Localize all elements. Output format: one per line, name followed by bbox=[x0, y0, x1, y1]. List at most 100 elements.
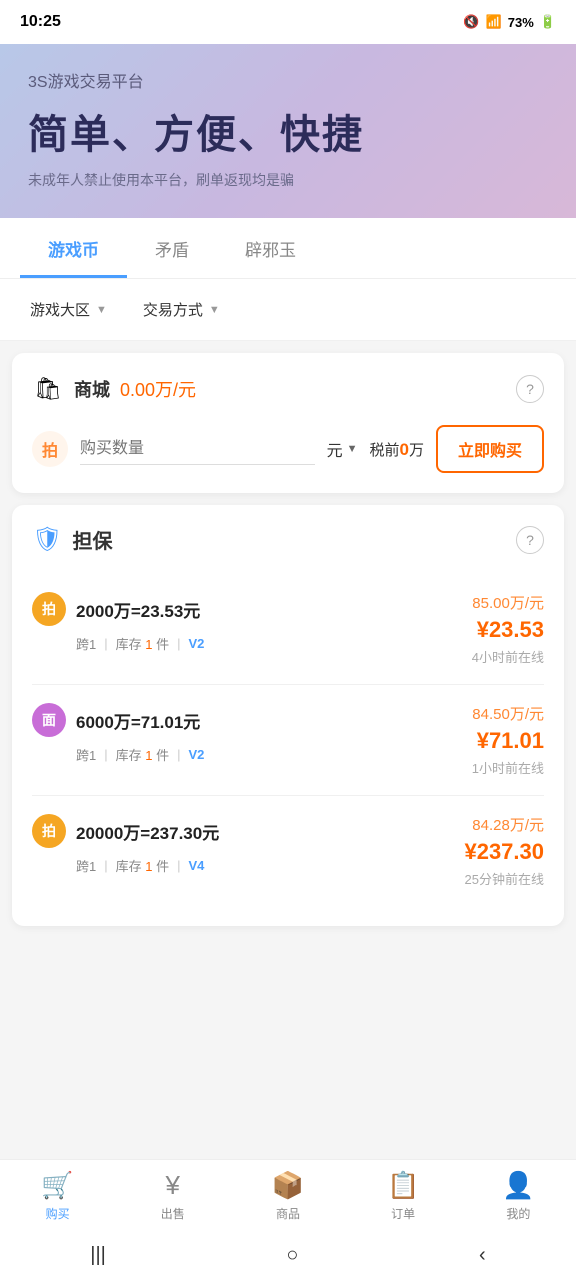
listing-time: 25分钟前在线 bbox=[464, 869, 544, 888]
status-bar: 10:25 🔇 📶 73% 🔋 bbox=[0, 0, 576, 44]
listing-item[interactable]: 拍 20000万=237.30元 跨1 | 库存 1 件 | V4 84.28万… bbox=[32, 796, 544, 906]
listing-left: 拍 2000万=23.53元 跨1 | 库存 1 件 | V2 bbox=[32, 592, 204, 653]
sep1: | bbox=[104, 636, 107, 651]
listing-stock-label: 库存 1 件 bbox=[116, 634, 169, 653]
listing-price: ¥71.01 bbox=[472, 728, 544, 754]
seller-avatar: 拍 bbox=[32, 592, 66, 626]
product-label: 商品 bbox=[276, 1205, 300, 1222]
wifi-icon: 📶 bbox=[486, 14, 502, 30]
currency-arrow-icon: ▼ bbox=[347, 443, 358, 455]
mall-card: 🛍 商城 0.00万/元 ? 拍 元 ▼ 税前0万 立即购买 bbox=[12, 353, 564, 493]
listing-title: 20000万=237.30元 bbox=[76, 819, 219, 844]
listing-stock-label: 库存 1 件 bbox=[116, 856, 169, 875]
buy-now-button[interactable]: 立即购买 bbox=[436, 425, 544, 473]
mall-help-icon[interactable]: ? bbox=[516, 375, 544, 403]
listing-price: ¥23.53 bbox=[472, 617, 544, 643]
sell-label: 出售 bbox=[161, 1205, 185, 1222]
tax-zero-value: 0 bbox=[400, 440, 409, 459]
tab-gamecoin[interactable]: 游戏币 bbox=[20, 218, 127, 278]
tabs: 游戏币 矛盾 辟邪玉 bbox=[20, 218, 556, 278]
listing-item[interactable]: 拍 2000万=23.53元 跨1 | 库存 1 件 | V2 85.00万/元… bbox=[32, 574, 544, 685]
bottom-nav: 🛒 购买 ¥ 出售 📦 商品 📋 订单 👤 我的 bbox=[0, 1159, 576, 1230]
nav-buy[interactable]: 🛒 购买 bbox=[18, 1170, 98, 1222]
tabs-container: 游戏币 矛盾 辟邪玉 bbox=[0, 218, 576, 279]
listing-title-row: 拍 2000万=23.53元 bbox=[32, 592, 204, 626]
quantity-input[interactable] bbox=[80, 434, 315, 465]
sep2: | bbox=[177, 858, 180, 873]
status-time: 10:25 bbox=[20, 13, 61, 31]
seller-avatar: 面 bbox=[32, 703, 66, 737]
tab-shield[interactable]: 矛盾 bbox=[127, 218, 217, 278]
seller-avatar: 拍 bbox=[32, 814, 66, 848]
nav-sell[interactable]: ¥ 出售 bbox=[133, 1170, 213, 1222]
seller-badge: V2 bbox=[189, 636, 205, 651]
mall-price: 0.00万/元 bbox=[120, 376, 196, 402]
seller-badge: V4 bbox=[189, 858, 205, 873]
sep1: | bbox=[104, 747, 107, 762]
nav-product[interactable]: 📦 商品 bbox=[248, 1170, 328, 1222]
listing-rate: 85.00万/元 bbox=[472, 592, 544, 613]
guarantee-label: 担保 bbox=[72, 525, 112, 554]
listing-rate: 84.50万/元 bbox=[472, 703, 544, 724]
mall-icon: 🛍 bbox=[32, 373, 64, 405]
banner: 3S游戏交易平台 简单、方便、快捷 未成年人禁止使用本平台，刷单返现均是骗 bbox=[0, 44, 576, 218]
mall-header: 🛍 商城 0.00万/元 ? bbox=[32, 373, 544, 405]
region-arrow-icon: ▼ bbox=[96, 304, 107, 316]
listing-right: 85.00万/元 ¥23.53 4小时前在线 bbox=[472, 592, 544, 666]
tab-jade[interactable]: 辟邪玉 bbox=[217, 218, 324, 278]
listing-title-row: 拍 20000万=237.30元 bbox=[32, 814, 219, 848]
mall-title-row: 🛍 商城 0.00万/元 bbox=[32, 373, 196, 405]
product-icon: 📦 bbox=[272, 1170, 304, 1201]
filter-trade-method[interactable]: 交易方式 ▼ bbox=[133, 293, 230, 326]
filters-row: 游戏大区 ▼ 交易方式 ▼ bbox=[0, 279, 576, 341]
order-icon: 📋 bbox=[387, 1170, 419, 1201]
nav-order[interactable]: 📋 订单 bbox=[363, 1170, 443, 1222]
listing-stock-label: 库存 1 件 bbox=[116, 745, 169, 764]
seller-badge: V2 bbox=[189, 747, 205, 762]
order-label: 订单 bbox=[391, 1205, 415, 1222]
nav-recent-button[interactable]: ||| bbox=[70, 1236, 126, 1275]
system-nav: ||| ○ ‹ bbox=[0, 1230, 576, 1280]
mute-icon: 🔇 bbox=[463, 14, 479, 30]
profile-icon: 👤 bbox=[502, 1170, 534, 1201]
sep2: | bbox=[177, 636, 180, 651]
listing-item[interactable]: 面 6000万=71.01元 跨1 | 库存 1 件 | V2 84.50万/元… bbox=[32, 685, 544, 796]
nav-home-button[interactable]: ○ bbox=[266, 1236, 318, 1275]
guarantee-help-icon[interactable]: ? bbox=[516, 526, 544, 554]
listing-time: 4小时前在线 bbox=[472, 647, 544, 666]
battery-icon: 🔋 bbox=[540, 14, 556, 30]
listing-meta: 跨1 | 库存 1 件 | V2 bbox=[76, 634, 204, 653]
listing-title: 6000万=71.01元 bbox=[76, 708, 200, 733]
listing-rate: 84.28万/元 bbox=[464, 814, 544, 835]
listing-time: 1小时前在线 bbox=[472, 758, 544, 777]
currency-select[interactable]: 元 ▼ bbox=[327, 437, 358, 461]
listing-price: ¥237.30 bbox=[464, 839, 544, 865]
listing-title-row: 面 6000万=71.01元 bbox=[32, 703, 204, 737]
guarantee-title-row: 🛡 担保 bbox=[32, 525, 112, 554]
nav-back-button[interactable]: ‹ bbox=[459, 1236, 506, 1275]
guarantee-header: 🛡 担保 ? bbox=[32, 525, 544, 554]
listing-title: 2000万=23.53元 bbox=[76, 597, 200, 622]
nav-profile[interactable]: 👤 我的 bbox=[478, 1170, 558, 1222]
sep1: | bbox=[104, 858, 107, 873]
filter-region[interactable]: 游戏大区 ▼ bbox=[20, 293, 117, 326]
banner-platform: 3S游戏交易平台 bbox=[28, 68, 548, 92]
mall-label: 商城 bbox=[74, 376, 110, 402]
listing-right: 84.28万/元 ¥237.30 25分钟前在线 bbox=[464, 814, 544, 888]
listing-meta: 跨1 | 库存 1 件 | V2 bbox=[76, 745, 204, 764]
profile-label: 我的 bbox=[506, 1205, 530, 1222]
listing-right: 84.50万/元 ¥71.01 1小时前在线 bbox=[472, 703, 544, 777]
banner-subtitle: 未成年人禁止使用本平台，刷单返现均是骗 bbox=[28, 170, 548, 190]
sep2: | bbox=[177, 747, 180, 762]
banner-title: 简单、方便、快捷 bbox=[28, 102, 548, 160]
purchase-row: 拍 元 ▼ 税前0万 立即购买 bbox=[32, 425, 544, 473]
sell-icon: ¥ bbox=[166, 1170, 180, 1201]
shield-icon: 🛡 bbox=[32, 525, 62, 554]
listing-region: 跨1 bbox=[76, 634, 96, 653]
listing-region: 跨1 bbox=[76, 745, 96, 764]
listing-left: 面 6000万=71.01元 跨1 | 库存 1 件 | V2 bbox=[32, 703, 204, 764]
purchase-avatar: 拍 bbox=[32, 431, 68, 467]
tax-label: 税前0万 bbox=[369, 439, 424, 460]
buy-icon: 🛒 bbox=[41, 1170, 73, 1201]
trade-arrow-icon: ▼ bbox=[209, 304, 220, 316]
